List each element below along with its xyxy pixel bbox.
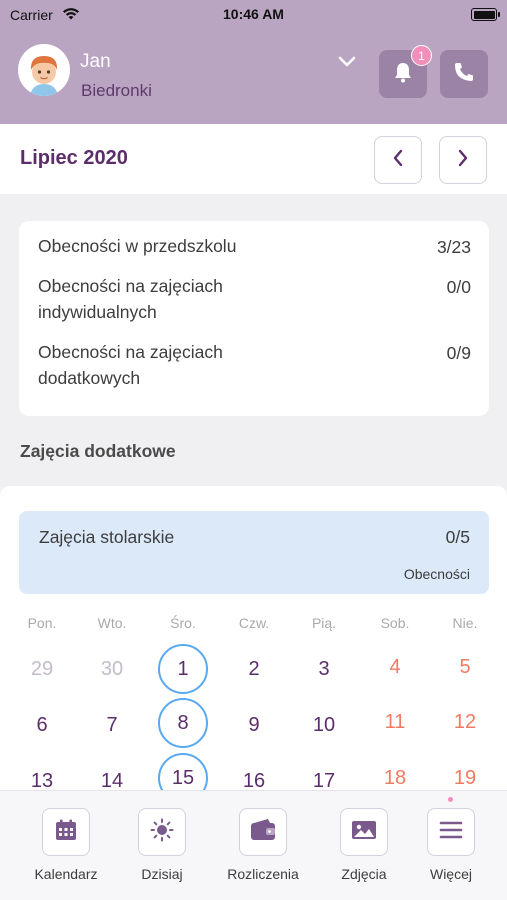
calendar-icon (53, 817, 79, 848)
sun-icon (149, 817, 175, 848)
app-header: Carrier 10:46 AM Jan Biedronki 1 (0, 0, 507, 124)
tab-label-rozliczenia[interactable]: Rozliczenia (213, 866, 313, 882)
stat-value-individual: 0/0 (446, 277, 471, 297)
child-group: Biedronki (81, 81, 152, 100)
calendar-day-weekend[interactable]: 11 (370, 697, 420, 747)
status-bar: Carrier 10:46 AM (0, 0, 507, 30)
section-title: Zajęcia dodatkowe (20, 441, 176, 461)
tab-label-wiecej[interactable]: Więcej (401, 866, 501, 882)
clock: 10:46 AM (223, 6, 284, 22)
weekday-label: Wto. (97, 615, 127, 631)
child-name: Jan (80, 51, 111, 72)
calendar-day-weekend[interactable]: 5 (440, 642, 490, 692)
stat-value-preschool: 3/23 (436, 237, 471, 257)
tab-label-dzisiaj[interactable]: Dzisiaj (112, 866, 212, 882)
weekday-label: Śro. (170, 615, 196, 631)
weekday-label: Pią. (311, 615, 337, 631)
stat-label-additional: Obecności na zajęciach dodatkowych (38, 342, 223, 388)
tab-zdjecia[interactable] (340, 808, 388, 856)
bell-icon (391, 60, 415, 89)
tab-rozliczenia[interactable] (239, 808, 287, 856)
image-icon (350, 818, 378, 847)
activity-sublabel: Obecności (403, 566, 470, 582)
weekday-label: Nie. (452, 615, 478, 631)
stat-label-individual: Obecności na zajęciach indywidualnych (38, 276, 223, 322)
previous-month-button[interactable] (374, 136, 422, 184)
calendar-day-weekend[interactable]: 4 (370, 642, 420, 692)
calendar-day[interactable]: 6 (17, 700, 67, 750)
tab-label-zdjecia[interactable]: Zdjęcia (314, 866, 414, 882)
child-switch-chevron-icon[interactable] (338, 55, 356, 73)
activity-count: 0/5 (445, 527, 470, 547)
battery-icon (471, 8, 500, 21)
tab-dzisiaj[interactable] (138, 808, 186, 856)
weekday-label: Sob. (380, 615, 410, 631)
tab-wiecej[interactable] (427, 808, 475, 856)
phone-icon (452, 60, 476, 89)
tab-kalendarz[interactable] (42, 808, 90, 856)
calendar-day[interactable]: 7 (87, 700, 137, 750)
calendar-day[interactable]: 2 (229, 644, 279, 694)
calendar-day-highlighted[interactable]: 8 (158, 698, 208, 748)
child-avatar[interactable] (18, 44, 70, 96)
month-title: Lipiec 2020 (20, 147, 128, 169)
menu-icon (438, 819, 464, 846)
weekday-label: Pon. (27, 615, 57, 631)
call-button[interactable] (440, 50, 488, 98)
chevron-left-icon (392, 149, 404, 172)
calendar-day[interactable]: 9 (229, 700, 279, 750)
calendar-day-highlighted[interactable]: 1 (158, 644, 208, 694)
calendar-day-weekend[interactable]: 12 (440, 697, 490, 747)
stat-label-preschool: Obecności w przedszkolu (38, 236, 237, 256)
notification-badge: 1 (411, 45, 432, 66)
activity-name: Zajęcia stolarskie (39, 527, 175, 547)
calendar-day[interactable]: 3 (299, 644, 349, 694)
next-month-button[interactable] (439, 136, 487, 184)
weekday-label: Czw. (238, 615, 270, 631)
calendar-day[interactable]: 30 (87, 644, 137, 694)
more-indicator-dot (448, 797, 453, 802)
wallet-icon (249, 817, 277, 848)
tab-label-kalendarz[interactable]: Kalendarz (16, 866, 116, 882)
stat-value-additional: 0/9 (446, 343, 471, 363)
calendar-day[interactable]: 29 (17, 644, 67, 694)
calendar-day[interactable]: 10 (299, 700, 349, 750)
chevron-right-icon (457, 149, 469, 172)
